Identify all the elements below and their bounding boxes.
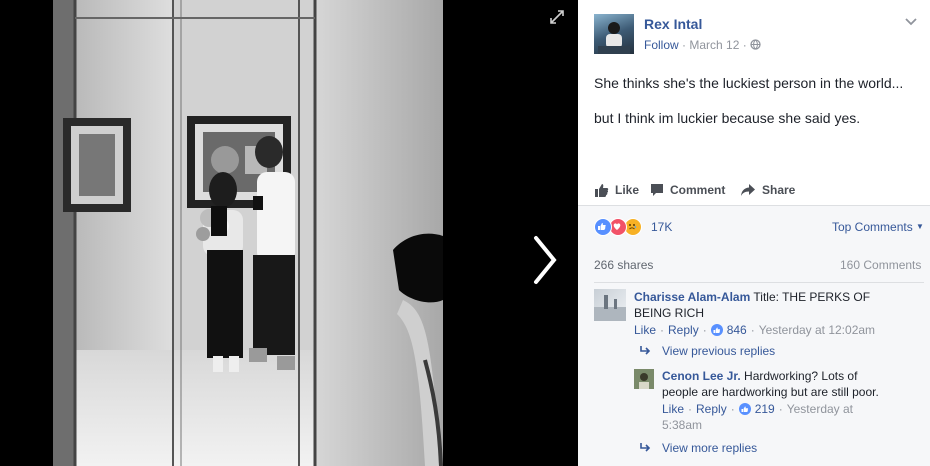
reactions-summary[interactable]: 17K [594, 218, 672, 236]
comment-like-count[interactable]: 846 [727, 323, 747, 337]
post-actions-bar: Like Comment Share [594, 176, 922, 204]
reply-like-count[interactable]: 219 [755, 402, 775, 416]
post-sidebar: Rex Intal Follow · March 12 · She thinks… [578, 0, 930, 466]
like-label: Like [615, 183, 640, 197]
thumbs-up-icon [595, 184, 609, 197]
top-comments-label: Top Comments [832, 220, 913, 234]
divider [594, 282, 924, 283]
reply-like-link[interactable]: Like [662, 402, 684, 416]
shares-count[interactable]: 266 shares [594, 258, 653, 272]
follow-link[interactable]: Follow [644, 38, 679, 52]
top-comments-dropdown[interactable]: Top Comments ▼ [832, 220, 924, 234]
comment-button[interactable]: Comment [650, 176, 725, 204]
comment-author[interactable]: Charisse Alam-Alam [634, 290, 750, 304]
elevator-mirror-selfie-image [53, 0, 443, 466]
share-label: Share [762, 183, 796, 197]
view-more-replies-link[interactable]: View more replies [640, 441, 757, 455]
reply-text-continued: people are hardworking but are still poo… [662, 385, 879, 399]
reply-arrow-icon [640, 443, 651, 452]
comments-count[interactable]: 160 Comments [840, 258, 921, 272]
share-arrow-icon [741, 184, 755, 196]
reply-body: Cenon Lee Jr. Hardworking? Lots of peopl… [662, 368, 914, 400]
commenter-avatar[interactable] [594, 289, 626, 321]
reply-text: Hardworking? Lots of [744, 369, 858, 383]
post-caption-line: but I think im luckier because she said … [594, 110, 861, 126]
post-photo[interactable] [53, 0, 443, 466]
post-date[interactable]: March 12 [689, 38, 739, 52]
reply-arrow-icon [640, 346, 651, 355]
comment-label: Comment [670, 183, 726, 197]
comment-reply-link[interactable]: Reply [668, 323, 699, 337]
view-previous-replies-link[interactable]: View previous replies [640, 344, 775, 358]
globe-icon [750, 38, 761, 52]
like-reaction-icon [594, 218, 612, 236]
reply-time-continued[interactable]: 5:38am [662, 418, 702, 432]
author-avatar[interactable] [594, 14, 634, 54]
next-photo-arrow-icon[interactable] [528, 232, 562, 288]
share-button[interactable]: Share [740, 176, 795, 204]
expand-icon[interactable] [548, 10, 566, 28]
reply-time-continued-row: 5:38am [662, 418, 702, 432]
view-more-replies-label: View more replies [662, 441, 758, 455]
reaction-count[interactable]: 17K [651, 220, 672, 234]
post-caption-line: She thinks she's the luckiest person in … [594, 75, 904, 91]
like-badge-icon [710, 324, 723, 336]
reply-actions: Like · Reply · 219 · Yesterday at [662, 402, 854, 416]
post-meta: Follow · March 12 · [644, 38, 761, 52]
comment-like-link[interactable]: Like [634, 323, 656, 337]
comment-bubble-icon [651, 184, 663, 196]
comment-time[interactable]: Yesterday at 12:02am [759, 323, 875, 337]
author-name[interactable]: Rex Intal [644, 16, 702, 32]
comment-actions: Like · Reply · 846 · Yesterday at 12:02a… [634, 323, 876, 337]
comment-text: Title: THE PERKS OF [753, 290, 871, 304]
reply-author[interactable]: Cenon Lee Jr. [662, 369, 741, 383]
reply-author-avatar[interactable] [634, 369, 654, 389]
comments-section: 17K Top Comments ▼ 266 shares 160 Commen… [578, 205, 930, 466]
view-previous-replies-label: View previous replies [662, 344, 776, 358]
caret-down-icon: ▼ [916, 222, 924, 231]
photo-viewer [0, 0, 578, 466]
like-button[interactable]: Like [594, 176, 639, 204]
like-badge-icon [738, 403, 751, 415]
comment-body: Charisse Alam-Alam Title: THE PERKS OF B… [634, 289, 914, 321]
reply-reply-link[interactable]: Reply [696, 402, 727, 416]
comment-text-continued: BEING RICH [634, 306, 705, 320]
reply-time[interactable]: Yesterday at [787, 402, 853, 416]
post-options-chevron-down-icon[interactable] [904, 14, 918, 28]
